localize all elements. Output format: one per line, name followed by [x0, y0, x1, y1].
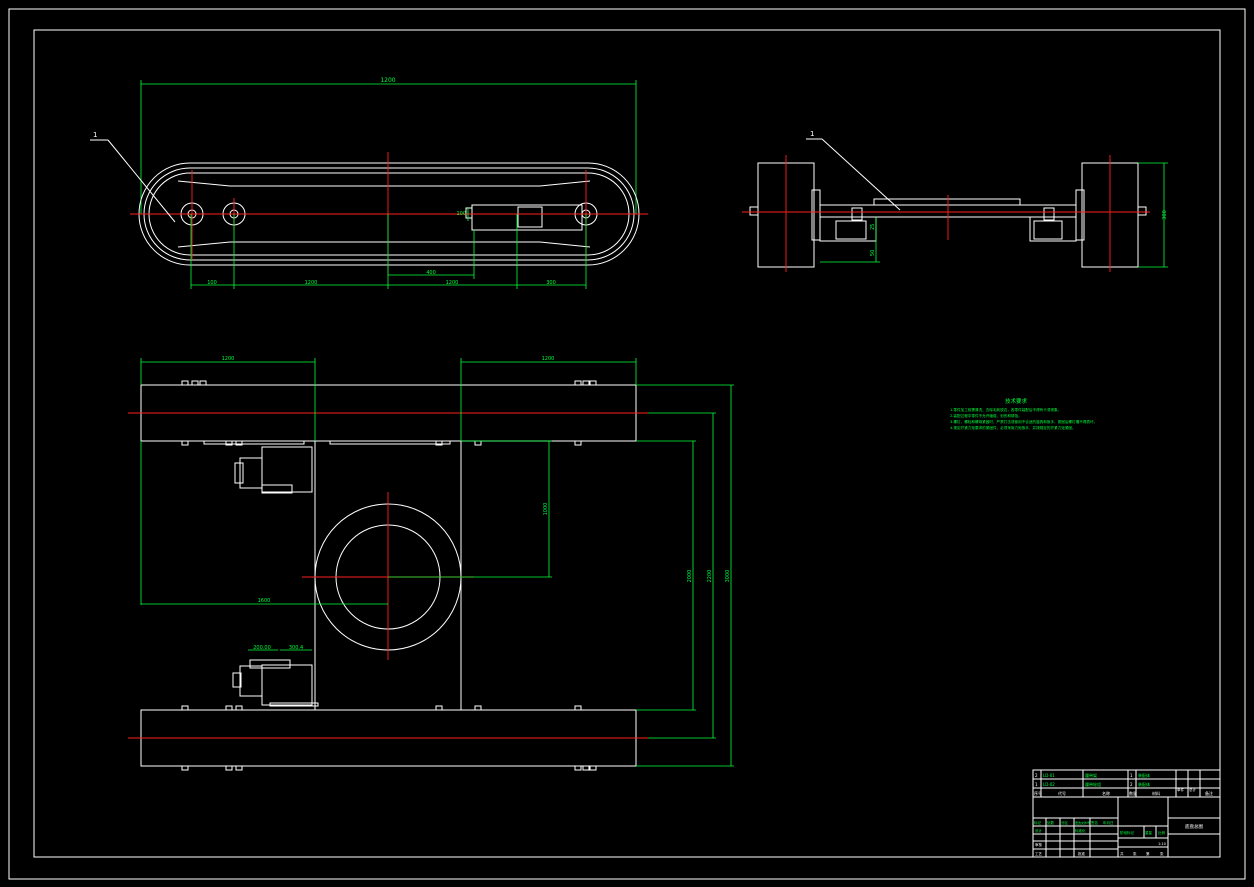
tb-role-4: 工艺 [1035, 851, 1043, 856]
tb-h-total: 总计 [1189, 787, 1197, 792]
dim-end-2: 50 [870, 250, 876, 256]
notes-line-3: 3.螺钉、螺栓和螺母紧固时，严禁打击或使用不合适的旋具和扳手，紧固后螺钉槽不得损… [950, 419, 1097, 424]
tb-sign-5: 签名 [1091, 820, 1098, 825]
tb-sheet-4: 张 [1160, 851, 1164, 856]
tb-role-1: 设计 [1035, 828, 1043, 833]
dim-bottom-4: 1200 [446, 280, 459, 286]
tb-row1-no: 2 [1035, 773, 1038, 778]
tb-row1-mat: 装配体 [1138, 772, 1150, 778]
tb-row1-code: LD-01 [1043, 773, 1055, 778]
tb-sheet-2: 张 [1133, 851, 1137, 856]
tb-h-qty: 数量 [1129, 790, 1137, 796]
side-view: 1200 1 100 100 1200 400 1200 300 [90, 77, 648, 289]
dim-overall-length: 1200 [380, 77, 395, 84]
tb-sign-2: 处数 [1047, 820, 1055, 825]
tb-sign-3: 分区 [1061, 820, 1069, 825]
notes-line-4: 4.规定拧紧力矩要求的紧固件，必须采用力矩扳手，并按规定的拧紧力矩紧固。 [950, 425, 1076, 430]
dim-bottom-3: 400 [426, 270, 436, 276]
end-view: 1 300 25 50 [742, 130, 1168, 272]
tb-sign-6: 年月日 [1103, 820, 1114, 825]
tb-stage-1: 阶段标记 [1120, 830, 1135, 835]
dim-motor-2: 300.4 [289, 645, 303, 651]
dim-center: 1000 [543, 503, 549, 516]
cad-drawing: 1200 1 100 100 1200 400 1200 300 1 300 2… [8, 8, 1246, 880]
tb-role-5: 批准 [1078, 851, 1086, 856]
balloon-end: 1 [810, 130, 814, 138]
tb-row2-name: 履带轮组 [1085, 781, 1101, 787]
tb-sign-4: 更改文件号 [1075, 820, 1090, 825]
notes-line-1: 1.零件加工前需清洗，去除毛刺锐边，各零件装配后不得有卡滞现象。 [950, 407, 1061, 412]
tb-row2-qty: 2 [1130, 782, 1133, 787]
tb-row1-qty: 1 [1130, 773, 1133, 778]
tb-sign-1: 标记 [1034, 820, 1042, 825]
tb-sheet-1: 共 [1120, 851, 1124, 856]
motor-bottom [261, 664, 313, 706]
dim-left-bottom: 1600 [258, 598, 271, 604]
notes-line-2: 2.装配过程中零件不允许磕碰、划伤和锈蚀。 [950, 413, 1022, 418]
dim-side-height: 100 [456, 211, 466, 217]
tb-h-single: 单件 [1177, 787, 1185, 792]
tb-h-code: 代号 [1058, 790, 1066, 796]
tb-role-3: 审核 [1035, 842, 1043, 847]
dim-right-1: 2000 [687, 570, 693, 583]
dim-end-1: 25 [870, 224, 876, 230]
tb-h-mat: 材料 [1152, 790, 1160, 796]
dim-top-left: 1200 [222, 356, 235, 362]
dim-bottom-2: 1200 [305, 280, 318, 286]
top-view: 1200 1200 1600 1000 2000 2200 3000 200.0… [128, 356, 734, 771]
tb-h-no: 序号 [1034, 790, 1042, 796]
technical-notes: 技术要求 1.零件加工前需清洗，去除毛刺锐边，各零件装配后不得有卡滞现象。 2.… [950, 397, 1097, 430]
dim-bottom-1: 100 [207, 280, 217, 286]
tb-h-name: 名称 [1102, 790, 1110, 796]
tb-stage-2: 重量 [1145, 830, 1153, 835]
dim-bottom-5: 300 [546, 280, 556, 286]
tb-row2-no: 1 [1035, 782, 1038, 787]
dim-end-height: 300 [1162, 210, 1168, 220]
tb-scale: 1:10 [1158, 842, 1166, 846]
dim-motor-1: 200.00 [253, 645, 271, 651]
title-block: 2 LD-01 履带架 1 装配体 1 LD-02 履带轮组 2 装配体 序号 … [1032, 769, 1221, 858]
dim-top-right: 1200 [542, 356, 555, 362]
tb-h-remark: 备注 [1205, 790, 1213, 796]
drawing-border-outer [8, 8, 1246, 880]
tb-stage-3: 比例 [1158, 830, 1166, 835]
tb-drawing-name: 底盘总图 [1185, 823, 1203, 830]
dim-right-2: 2200 [707, 570, 713, 583]
tb-row2-code: LD-02 [1043, 782, 1055, 787]
tb-row1-name: 履带架 [1085, 772, 1097, 778]
balloon-side: 1 [93, 131, 97, 139]
tb-role-2: 标准化 [1075, 828, 1086, 833]
tb-row2-mat: 装配体 [1138, 781, 1150, 787]
dim-right-3: 3000 [725, 570, 731, 583]
notes-title: 技术要求 [1005, 397, 1028, 405]
tb-sheet-3: 第 [1146, 851, 1150, 856]
